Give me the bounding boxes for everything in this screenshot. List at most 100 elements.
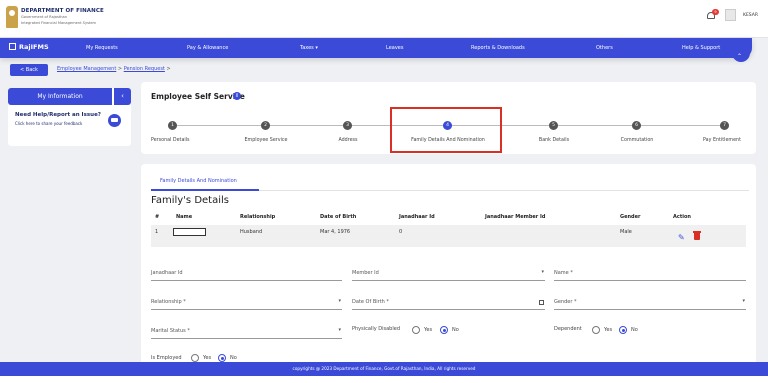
chevron-down-icon: ▾: [338, 298, 341, 304]
step-1-label[interactable]: Personal Details: [151, 138, 190, 143]
marital-status-label: Marital Status *: [151, 328, 190, 334]
notification-badge: 9: [712, 9, 719, 15]
step-3-dot[interactable]: 3: [343, 121, 352, 130]
breadcrumb: Employee Management > Pension Request >: [57, 66, 171, 72]
dob-field[interactable]: Date Of Birth *: [352, 298, 545, 310]
col-header-relationship: Relationship: [240, 214, 276, 220]
gender-select[interactable]: Gender * ▾: [554, 298, 746, 310]
is-employed-label: Is Employed: [151, 355, 182, 361]
dependent-yes-radio[interactable]: [592, 326, 600, 334]
app-logo-text: RajIFMS: [19, 43, 49, 51]
col-header-action: Action: [673, 214, 691, 220]
footer: copyrights @ 2023 Department of Finance,…: [0, 362, 768, 376]
chevron-down-icon: ▾: [541, 269, 544, 275]
edit-icon[interactable]: ✎: [678, 233, 685, 242]
physically-disabled-yes-label[interactable]: Yes: [424, 327, 432, 333]
dob-label: Date Of Birth *: [352, 299, 389, 305]
nav-my-requests[interactable]: My Requests: [86, 45, 118, 51]
gender-label: Gender *: [554, 299, 577, 305]
chat-icon[interactable]: [108, 114, 121, 127]
app-logo[interactable]: RajIFMS: [9, 43, 49, 51]
cell-janadhaar: 0: [399, 229, 403, 235]
physically-disabled-no-label[interactable]: No: [452, 327, 459, 333]
delete-icon[interactable]: [693, 231, 701, 240]
relationship-select[interactable]: Relationship * ▾: [151, 298, 342, 310]
janadhaar-id-field[interactable]: Janadhaar Id: [151, 269, 342, 281]
emblem-icon: [6, 6, 18, 28]
cell-num: 1: [155, 229, 159, 235]
cell-gender: Male: [620, 229, 632, 235]
section-heading: Family's Details: [151, 195, 229, 206]
nav-leaves[interactable]: Leaves: [386, 45, 403, 51]
chevron-down-icon: ▾: [338, 327, 341, 333]
chevron-up-icon: ⌃: [737, 53, 743, 60]
col-header-member-id: Janadhaar Member Id: [485, 214, 546, 220]
step-2-dot[interactable]: 2: [261, 121, 270, 130]
nav-pay-allowance[interactable]: Pay & Allowance: [187, 45, 228, 51]
physically-disabled-label: Physically Disabled: [352, 326, 400, 332]
step-3-label[interactable]: Address: [338, 138, 357, 143]
janadhaar-id-label: Janadhaar Id: [151, 270, 183, 276]
breadcrumb-separator-2: >: [166, 66, 171, 72]
step-6-dot[interactable]: 6: [632, 121, 641, 130]
step-2-label[interactable]: Employee Service: [244, 138, 287, 143]
member-id-select[interactable]: Member Id ▾: [352, 269, 545, 281]
step-7-dot[interactable]: 7: [720, 121, 729, 130]
info-icon[interactable]: i: [233, 92, 241, 100]
back-button[interactable]: < Back: [10, 64, 48, 76]
sidebar-toggle-button[interactable]: ‹: [114, 88, 131, 105]
brand-title: DEPARTMENT OF FINANCE: [21, 8, 104, 14]
physically-disabled-no-radio[interactable]: [440, 326, 448, 334]
nav-reports-downloads[interactable]: Reports & Downloads: [471, 45, 525, 51]
step-6-label[interactable]: Commutation: [621, 138, 654, 143]
top-header: [0, 0, 768, 38]
relationship-label: Relationship *: [151, 299, 186, 305]
page-title: Employee Self Service: [151, 92, 245, 101]
step-5-label[interactable]: Bank Details: [539, 138, 569, 143]
cell-relationship: Husband: [240, 229, 263, 235]
col-header-dob: Date of Birth: [320, 214, 357, 220]
dependent-no-radio[interactable]: [619, 326, 627, 334]
my-information-button[interactable]: My Information: [8, 88, 112, 105]
nav-collapse-button[interactable]: ⌃: [732, 52, 750, 62]
tab-family-details[interactable]: Family Details And Nomination: [160, 178, 237, 184]
calendar-icon[interactable]: [539, 300, 544, 305]
notification-bell-icon[interactable]: 9: [706, 9, 719, 21]
avatar[interactable]: [725, 9, 736, 21]
dependent-no-label[interactable]: No: [631, 327, 638, 333]
is-employed-no-radio[interactable]: [218, 354, 226, 362]
breadcrumb-pension-request[interactable]: Pension Request: [124, 66, 165, 72]
highlight-box: [390, 107, 502, 153]
dependent-yes-label[interactable]: Yes: [604, 327, 612, 333]
help-title[interactable]: Need Help/Report an Issue?: [15, 112, 101, 118]
is-employed-yes-radio[interactable]: [191, 354, 199, 362]
is-employed-yes-label[interactable]: Yes: [203, 355, 211, 361]
tab-active-underline: [151, 189, 259, 191]
col-header-num: #: [155, 214, 160, 220]
bottom-strip: [0, 376, 768, 383]
app-logo-icon: [9, 43, 16, 50]
breadcrumb-employee-management[interactable]: Employee Management: [57, 66, 116, 72]
breadcrumb-separator: >: [117, 66, 123, 72]
step-7-label[interactable]: Pay Entitlement: [703, 138, 741, 143]
step-1-dot[interactable]: 1: [168, 121, 177, 130]
chevron-down-icon: ▾: [742, 298, 745, 304]
nav-help-support[interactable]: Help & Support: [682, 45, 720, 51]
is-employed-no-label[interactable]: No: [230, 355, 237, 361]
marital-status-select[interactable]: Marital Status * ▾: [151, 327, 342, 339]
step-4-dot[interactable]: 4: [443, 121, 452, 130]
nav-others[interactable]: Others: [596, 45, 613, 51]
name-field[interactable]: Name *: [554, 269, 746, 281]
username[interactable]: KESAR: [743, 13, 758, 18]
name-label: Name *: [554, 270, 573, 276]
brand-subtitle-2: Integrated Financial Management System: [21, 21, 97, 25]
physically-disabled-yes-radio[interactable]: [412, 326, 420, 334]
cell-dob: Mar 4, 1976: [320, 229, 351, 235]
nav-taxes[interactable]: Taxes ▾: [300, 45, 318, 51]
help-subtitle[interactable]: Click here to share your feedback: [15, 121, 82, 126]
dependent-label: Dependent: [554, 326, 582, 332]
col-header-name: Name: [176, 214, 193, 220]
step-5-dot[interactable]: 5: [549, 121, 558, 130]
col-header-gender: Gender: [620, 214, 641, 220]
col-header-janadhaar-id: Janadhaar Id: [399, 214, 435, 220]
